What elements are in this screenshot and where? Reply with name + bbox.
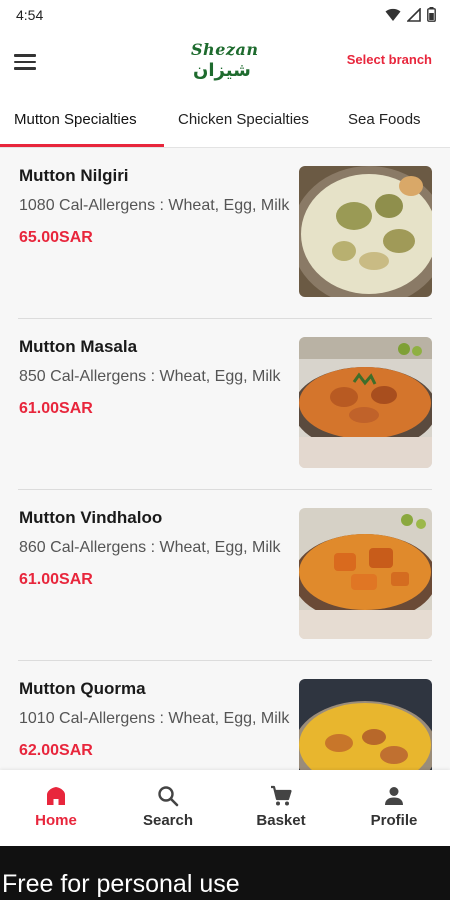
tab-sea-foods[interactable]: Sea Foods bbox=[348, 94, 421, 148]
home-icon bbox=[47, 787, 65, 805]
item-name: Mutton Vindhaloo bbox=[19, 508, 163, 527]
item-description: 850 Cal-Allergens : Wheat, Egg, Milk bbox=[19, 368, 281, 385]
item-description: 1080 Cal-Allergens : Wheat, Egg, Milk bbox=[19, 197, 290, 214]
menu-item-list[interactable]: Mutton Nilgiri 1080 Cal-Allergens : Whea… bbox=[0, 148, 450, 770]
menu-button[interactable] bbox=[14, 48, 42, 76]
status-icons bbox=[385, 7, 436, 22]
select-branch-button[interactable]: Select branch bbox=[347, 52, 432, 67]
menu-item-mutton-nilgiri[interactable]: Mutton Nilgiri 1080 Cal-Allergens : Whea… bbox=[0, 148, 450, 319]
nav-label: Search bbox=[142, 812, 194, 829]
category-tabs: Mutton Specialties Chicken Specialties S… bbox=[0, 94, 450, 148]
item-name: Mutton Quorma bbox=[19, 679, 146, 698]
cart-icon bbox=[271, 785, 292, 806]
menu-item-mutton-vindhaloo[interactable]: Mutton Vindhaloo 860 Cal-Allergens : Whe… bbox=[0, 490, 450, 661]
search-icon bbox=[158, 786, 179, 807]
item-name: Mutton Nilgiri bbox=[19, 166, 129, 185]
battery-icon bbox=[427, 7, 436, 22]
nav-home[interactable]: Home bbox=[0, 770, 112, 846]
item-image bbox=[299, 679, 432, 770]
nav-label: Profile bbox=[370, 812, 418, 829]
wifi-icon bbox=[385, 8, 401, 21]
tab-chicken-specialties[interactable]: Chicken Specialties bbox=[178, 94, 309, 148]
nav-profile[interactable]: Profile bbox=[338, 770, 450, 846]
logo-latin-text: Shezan bbox=[191, 40, 259, 59]
item-name: Mutton Masala bbox=[19, 337, 138, 356]
app-bar: Shezan شيزان Select branch bbox=[0, 30, 450, 94]
item-image bbox=[299, 166, 432, 297]
watermark-banner: Free for personal use bbox=[0, 846, 450, 900]
menu-icon-line bbox=[14, 60, 36, 64]
watermark-text: Free for personal use bbox=[2, 870, 240, 898]
item-price: 62.00SAR bbox=[19, 742, 93, 759]
active-tab-indicator bbox=[0, 144, 164, 147]
item-description: 860 Cal-Allergens : Wheat, Egg, Milk bbox=[19, 539, 281, 556]
tab-mutton-specialties[interactable]: Mutton Specialties bbox=[14, 94, 137, 148]
person-icon bbox=[385, 787, 403, 805]
menu-icon bbox=[14, 54, 36, 57]
nav-label: Home bbox=[35, 812, 77, 829]
item-image bbox=[299, 508, 432, 639]
nav-basket[interactable]: Basket bbox=[225, 770, 337, 846]
logo-arabic-text: شيزان bbox=[193, 60, 251, 81]
signal-icon bbox=[407, 7, 421, 22]
nav-label: Basket bbox=[256, 812, 306, 829]
nav-search[interactable]: Search bbox=[112, 770, 224, 846]
menu-item-mutton-quorma[interactable]: Mutton Quorma 1010 Cal-Allergens : Wheat… bbox=[0, 661, 450, 770]
item-price: 61.00SAR bbox=[19, 571, 93, 588]
item-image bbox=[299, 337, 432, 468]
item-description: 1010 Cal-Allergens : Wheat, Egg, Milk bbox=[19, 710, 290, 727]
item-price: 65.00SAR bbox=[19, 229, 93, 246]
bottom-navigation: Home Search Basket Profile bbox=[0, 770, 450, 846]
menu-item-mutton-masala[interactable]: Mutton Masala 850 Cal-Allergens : Wheat,… bbox=[0, 319, 450, 490]
shezan-logo: Shezan شيزان bbox=[185, 34, 265, 90]
status-bar: 4:54 bbox=[0, 0, 450, 30]
menu-icon-line bbox=[14, 67, 36, 70]
item-price: 61.00SAR bbox=[19, 400, 93, 417]
status-time: 4:54 bbox=[16, 7, 44, 23]
